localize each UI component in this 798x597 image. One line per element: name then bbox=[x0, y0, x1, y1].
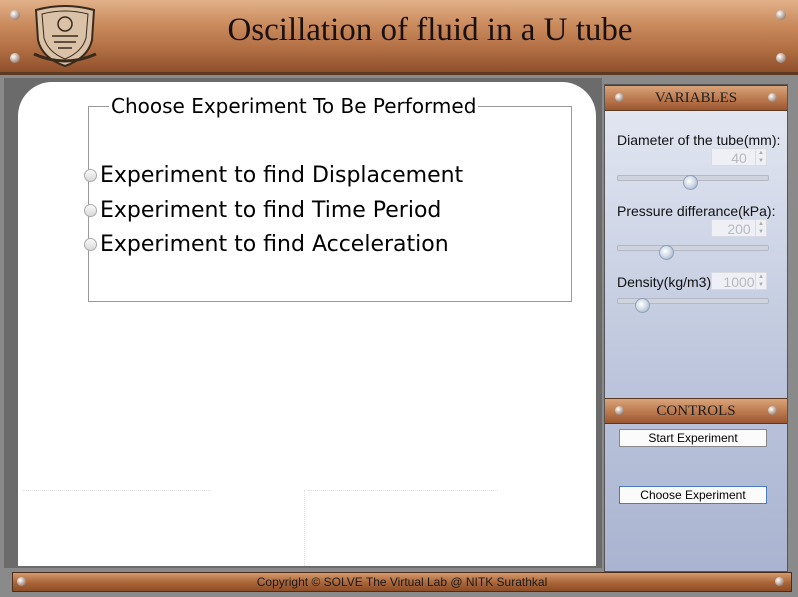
diameter-slider[interactable] bbox=[617, 175, 769, 190]
radio-option-time-period[interactable]: Experiment to find Time Period bbox=[84, 198, 441, 223]
divider bbox=[23, 490, 211, 491]
rivet-icon bbox=[768, 93, 777, 102]
radio-label: Experiment to find Acceleration bbox=[100, 232, 449, 257]
rivet-icon bbox=[776, 10, 786, 20]
rivet-icon bbox=[775, 577, 784, 586]
rivet-icon bbox=[768, 406, 777, 415]
spinner-arrows-icon[interactable]: ▲ ▼ bbox=[755, 220, 766, 236]
spinner-arrows-icon[interactable]: ▲ ▼ bbox=[755, 149, 766, 165]
radio-option-acceleration[interactable]: Experiment to find Acceleration bbox=[84, 232, 449, 257]
pressure-slider[interactable] bbox=[617, 245, 769, 260]
radio-label: Experiment to find Time Period bbox=[100, 198, 442, 223]
divider bbox=[304, 490, 305, 566]
pressure-value: 200 bbox=[727, 221, 751, 237]
diameter-value: 40 bbox=[731, 150, 747, 166]
choose-experiment-button[interactable]: Choose Experiment bbox=[619, 486, 767, 504]
density-slider[interactable] bbox=[617, 298, 769, 313]
slider-thumb[interactable] bbox=[683, 175, 698, 190]
density-input[interactable]: 1000 ▲ ▼ bbox=[711, 272, 767, 290]
rivet-icon bbox=[10, 53, 20, 63]
rivet-icon bbox=[615, 93, 624, 102]
copyright-text: Copyright © SOLVE The Virtual Lab @ NITK… bbox=[256, 575, 548, 589]
side-panel: VARIABLES Diameter of the tube(mm): 40 ▲… bbox=[604, 84, 788, 572]
radio-option-displacement[interactable]: Experiment to find Displacement bbox=[84, 163, 463, 188]
header-bar: Oscillation of fluid in a U tube bbox=[0, 0, 798, 75]
nitk-emblem-icon bbox=[33, 5, 97, 68]
radio-label: Experiment to find Displacement bbox=[100, 163, 464, 188]
rivet-icon bbox=[615, 406, 624, 415]
experiment-canvas: Choose Experiment To Be Performed Experi… bbox=[18, 82, 596, 566]
pressure-input[interactable]: 200 ▲ ▼ bbox=[711, 219, 767, 237]
divider bbox=[308, 490, 498, 491]
density-label: Density(kg/m3): bbox=[617, 274, 716, 290]
pressure-label: Pressure differance(kPa): bbox=[617, 203, 776, 219]
variables-header: VARIABLES bbox=[605, 85, 787, 111]
experiment-chooser-legend: Choose Experiment To Be Performed bbox=[111, 94, 477, 118]
slider-thumb[interactable] bbox=[635, 298, 650, 313]
density-value: 1000 bbox=[723, 274, 755, 290]
footer-bar: Copyright © SOLVE The Virtual Lab @ NITK… bbox=[12, 572, 792, 592]
radio-button-icon[interactable] bbox=[84, 204, 97, 217]
diameter-label: Diameter of the tube(mm): bbox=[617, 132, 781, 148]
radio-button-icon[interactable] bbox=[84, 169, 97, 182]
variables-title: VARIABLES bbox=[654, 90, 738, 106]
controls-title: CONTROLS bbox=[656, 403, 736, 419]
rivet-icon bbox=[10, 10, 20, 20]
start-experiment-button[interactable]: Start Experiment bbox=[619, 429, 767, 447]
page-title: Oscillation of fluid in a U tube bbox=[227, 12, 633, 48]
controls-header: CONTROLS bbox=[605, 398, 787, 424]
spinner-arrows-icon[interactable]: ▲ ▼ bbox=[755, 273, 766, 289]
slider-thumb[interactable] bbox=[659, 245, 674, 260]
radio-button-icon[interactable] bbox=[84, 238, 97, 251]
rivet-icon bbox=[776, 53, 786, 63]
rivet-icon bbox=[17, 577, 26, 586]
diameter-input[interactable]: 40 ▲ ▼ bbox=[711, 148, 767, 166]
workspace-frame: Choose Experiment To Be Performed Experi… bbox=[4, 78, 602, 568]
